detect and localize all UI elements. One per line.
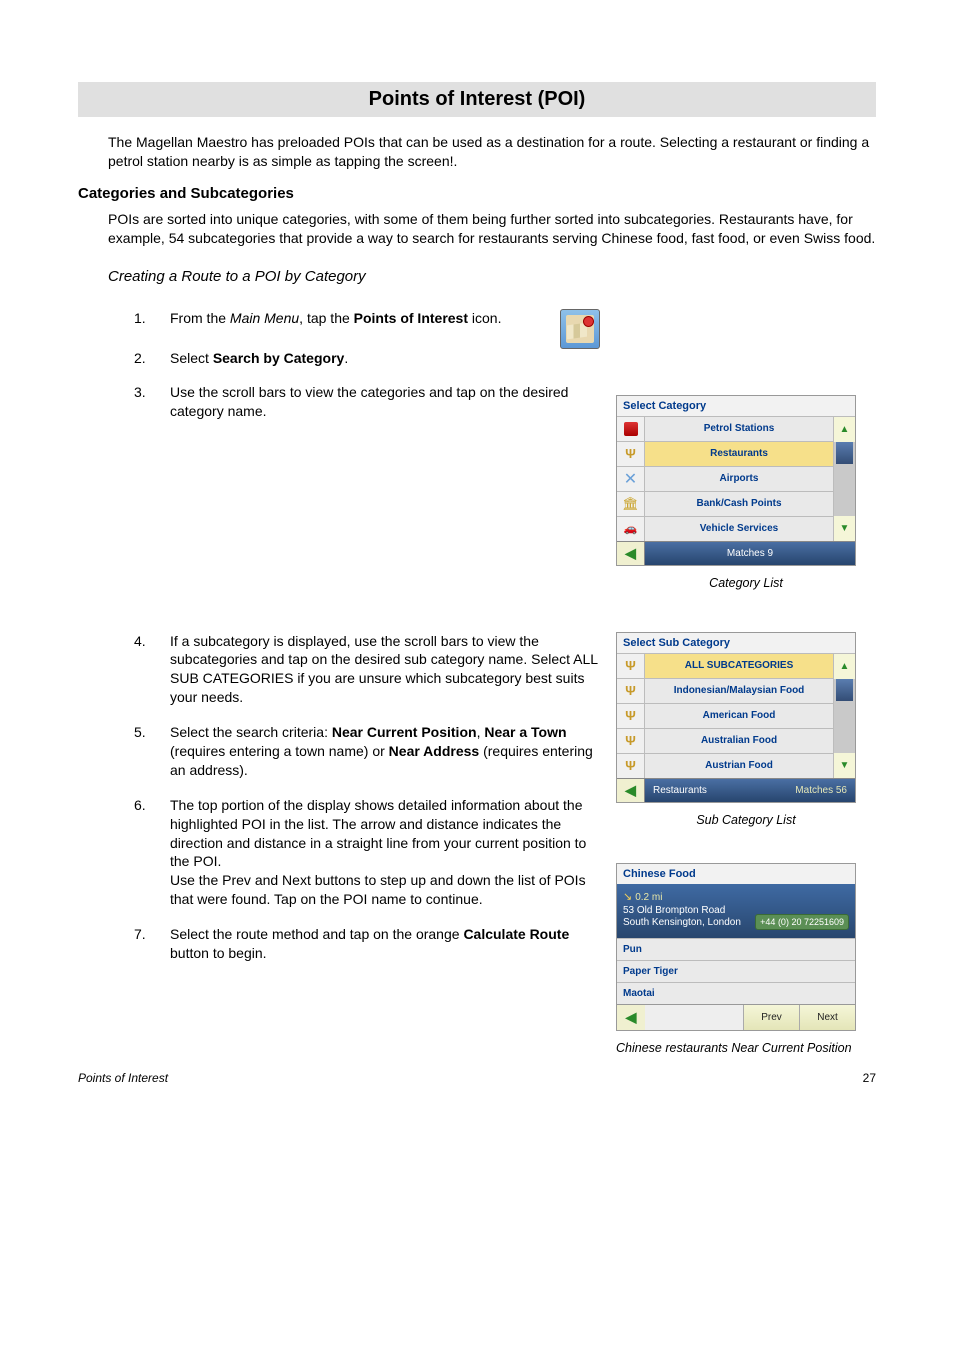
subcategory-row-austrian[interactable]: Ψ Austrian Food: [617, 753, 833, 778]
subcategory-screen-title: Select Sub Category: [617, 633, 855, 653]
category-row-bank[interactable]: 🏛 Bank/Cash Points: [617, 491, 833, 516]
step-7-text-c: button to begin.: [170, 945, 267, 961]
step-6-para-b: Use the Prev and Next buttons to step up…: [170, 872, 586, 907]
step-6-para-a: The top portion of the display shows det…: [170, 797, 586, 870]
step-1-text-a: From the: [170, 310, 230, 326]
step-5-text-e: (requires entering a town name) or: [170, 743, 389, 759]
step-4: If a subcategory is displayed, use the s…: [134, 632, 600, 708]
results-item-paper-tiger[interactable]: Paper Tiger: [617, 960, 855, 982]
scroll-down-icon[interactable]: ▼: [834, 516, 855, 541]
subcategory-list-figure: Select Sub Category Ψ ALL SUBCATEGORIES …: [616, 632, 856, 803]
step-2-search-by-category: Search by Category: [213, 350, 345, 366]
step-1-text-c: , tap the: [299, 310, 353, 326]
page-number: 27: [863, 1071, 876, 1085]
prev-button[interactable]: Prev: [743, 1005, 799, 1030]
fork-knife-icon: Ψ: [617, 754, 645, 778]
step-7-text-a: Select the route method and tap on the o…: [170, 926, 463, 942]
step-2-text-a: Select: [170, 350, 213, 366]
subcategory-row-american[interactable]: Ψ American Food: [617, 703, 833, 728]
results-screen-title: Chinese Food: [617, 864, 855, 884]
step-7: Select the route method and tap on the o…: [134, 925, 600, 963]
step-7-calculate-route: Calculate Route: [463, 926, 569, 942]
subcategory-row-australian[interactable]: Ψ Australian Food: [617, 728, 833, 753]
airplane-icon: ✕: [617, 467, 645, 491]
subcategory-label-australian: Australian Food: [645, 735, 833, 746]
fork-knife-icon: Ψ: [617, 704, 645, 728]
category-label-bank: Bank/Cash Points: [645, 498, 833, 509]
results-distance: 0.2 mi: [623, 890, 849, 903]
scroll-down-icon[interactable]: ▼: [834, 753, 855, 778]
subcategory-footer-matches: Matches 56: [750, 779, 855, 802]
car-icon: 🚗: [617, 517, 645, 541]
step-2: Select Search by Category.: [134, 349, 600, 368]
subcategory-row-all[interactable]: Ψ ALL SUBCATEGORIES: [617, 653, 833, 678]
step-5-near-current: Near Current Position: [332, 724, 477, 740]
bank-icon: 🏛: [617, 492, 645, 516]
back-button[interactable]: ◀: [617, 779, 645, 802]
step-5-text-a: Select the search criteria:: [170, 724, 332, 740]
fork-knife-icon: Ψ: [617, 679, 645, 703]
scroll-up-icon[interactable]: ▲: [834, 654, 855, 679]
category-label-petrol: Petrol Stations: [645, 423, 833, 434]
category-label-restaurants: Restaurants: [645, 448, 833, 459]
results-item-maotai[interactable]: Maotai: [617, 982, 855, 1004]
subcategory-label-indonesian: Indonesian/Malaysian Food: [645, 685, 833, 696]
category-row-restaurants[interactable]: Ψ Restaurants: [617, 441, 833, 466]
step-1-poi-label: Points of Interest: [354, 310, 468, 326]
subcategory-scrollbar[interactable]: ▲ ▼: [833, 653, 855, 778]
step-5-near-town: Near a Town: [484, 724, 566, 740]
fork-knife-icon: Ψ: [617, 442, 645, 466]
subcategory-footer-left: Restaurants: [645, 779, 750, 802]
results-caption: Chinese restaurants Near Current Positio…: [616, 1041, 876, 1055]
results-detail-panel: 0.2 mi 53 Old Brompton Road South Kensin…: [617, 884, 855, 938]
section-paragraph: POIs are sorted into unique categories, …: [108, 210, 876, 248]
page-footer: Points of Interest 27: [78, 1071, 876, 1085]
results-phone-button[interactable]: +44 (0) 20 72251609: [755, 914, 849, 930]
step-1-main-menu: Main Menu: [230, 310, 299, 326]
step-1: From the Main Menu, tap the Points of In…: [134, 309, 600, 328]
step-3: Use the scroll bars to view the categori…: [134, 383, 600, 421]
step-6: The top portion of the display shows det…: [134, 796, 600, 909]
step-2-text-c: .: [344, 350, 348, 366]
category-screen-title: Select Category: [617, 396, 855, 416]
subcategory-row-indonesian[interactable]: Ψ Indonesian/Malaysian Food: [617, 678, 833, 703]
step-5-near-address: Near Address: [389, 743, 480, 759]
category-row-airports[interactable]: ✕ Airports: [617, 466, 833, 491]
fork-knife-icon: Ψ: [617, 729, 645, 753]
step-1-text-e: icon.: [468, 310, 501, 326]
category-row-vehicle[interactable]: 🚗 Vehicle Services: [617, 516, 833, 541]
category-label-airports: Airports: [645, 473, 833, 484]
subcategory-label-american: American Food: [645, 710, 833, 721]
scroll-up-icon[interactable]: ▲: [834, 417, 855, 442]
back-button[interactable]: ◀: [617, 1005, 645, 1030]
subcategory-label-all: ALL SUBCATEGORIES: [645, 660, 833, 671]
category-row-petrol[interactable]: Petrol Stations: [617, 416, 833, 441]
footer-section-name: Points of Interest: [78, 1071, 168, 1085]
back-button[interactable]: ◀: [617, 542, 645, 565]
petrol-icon: [617, 417, 645, 441]
category-label-vehicle: Vehicle Services: [645, 523, 833, 534]
results-item-pun[interactable]: Pun: [617, 938, 855, 960]
subcategory-label-austrian: Austrian Food: [645, 760, 833, 771]
section-heading: Categories and Subcategories: [78, 185, 876, 202]
subsection-heading: Creating a Route to a POI by Category: [108, 268, 876, 285]
results-figure: Chinese Food 0.2 mi 53 Old Brompton Road…: [616, 863, 856, 1031]
fork-knife-icon: Ψ: [617, 654, 645, 678]
subcategory-caption: Sub Category List: [616, 813, 876, 827]
step-5: Select the search criteria: Near Current…: [134, 723, 600, 780]
category-caption: Category List: [616, 576, 876, 590]
next-button[interactable]: Next: [799, 1005, 855, 1030]
category-scrollbar[interactable]: ▲ ▼: [833, 416, 855, 541]
footer-spacer: [645, 1005, 743, 1030]
intro-paragraph: The Magellan Maestro has preloaded POIs …: [108, 133, 876, 171]
category-list-figure: Select Category Petrol Stations Ψ Restau…: [616, 395, 856, 566]
category-footer-matches: Matches 9: [645, 542, 855, 565]
page-title: Points of Interest (POI): [78, 82, 876, 117]
